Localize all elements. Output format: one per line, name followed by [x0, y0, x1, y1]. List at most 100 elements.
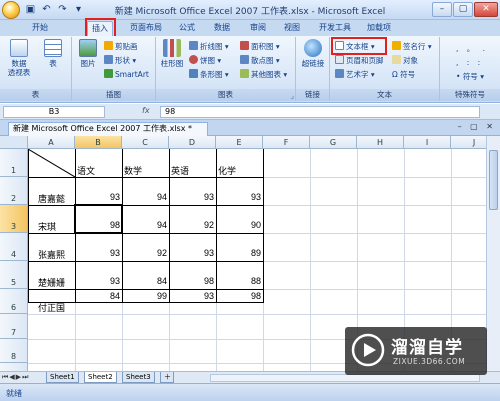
- cell-d3[interactable]: 92: [169, 220, 216, 230]
- column-header-i[interactable]: I: [404, 136, 451, 149]
- cell-d4[interactable]: 93: [169, 248, 216, 258]
- punctuation-icons-2[interactable]: , : :: [456, 57, 483, 68]
- charts-dialog-launcher-icon[interactable]: ⌟: [291, 92, 294, 100]
- shapes-button[interactable]: 形状 ▾: [104, 55, 136, 66]
- tab-data[interactable]: 数据: [207, 21, 237, 36]
- cell-b2[interactable]: 93: [75, 192, 122, 202]
- column-header-e[interactable]: E: [216, 136, 263, 149]
- cell-c5[interactable]: 84: [122, 276, 169, 286]
- column-header-d[interactable]: D: [169, 136, 216, 149]
- maximize-button[interactable]: ▢: [453, 2, 473, 17]
- punctuation-icons[interactable]: , 。 .: [456, 43, 488, 54]
- tab-addins[interactable]: 加载项: [361, 21, 397, 36]
- textbox-button[interactable]: 文本框 ▾: [335, 41, 375, 52]
- smartart-button[interactable]: SmartArt: [104, 69, 149, 80]
- line-chart-button[interactable]: 折线图 ▾: [189, 41, 229, 52]
- row-header-7[interactable]: 7: [0, 314, 28, 339]
- cell-b4[interactable]: 93: [75, 248, 122, 258]
- workbook-window-controls[interactable]: – ▢ ✕: [458, 122, 496, 131]
- hyperlink-button[interactable]: 超链接: [298, 39, 328, 68]
- header-footer-icon: [335, 55, 344, 64]
- cell-b1[interactable]: 语文: [77, 164, 95, 177]
- cell-b5[interactable]: 93: [75, 276, 122, 286]
- cell-c1[interactable]: 数学: [124, 164, 142, 177]
- pie-chart-button[interactable]: 饼图 ▾: [189, 55, 221, 66]
- symbol-button[interactable]: Ω 符号: [392, 69, 415, 80]
- formula-input[interactable]: 98: [160, 106, 480, 118]
- cell-e6[interactable]: 98: [216, 291, 263, 301]
- sheet-tab-2[interactable]: Sheet2: [84, 372, 117, 383]
- column-header-a[interactable]: A: [28, 136, 75, 149]
- cell-c3[interactable]: 94: [122, 220, 169, 230]
- column-header-c[interactable]: C: [122, 136, 169, 149]
- cell-d6[interactable]: 93: [169, 291, 216, 301]
- column-header-g[interactable]: G: [310, 136, 357, 149]
- cell-d2[interactable]: 93: [169, 192, 216, 202]
- row-header-2[interactable]: 2: [0, 177, 28, 205]
- picture-button[interactable]: 图片: [75, 39, 101, 68]
- row-header-3[interactable]: 3: [0, 205, 28, 233]
- tab-developer[interactable]: 开发工具: [314, 21, 356, 36]
- scatter-chart-button[interactable]: 散点图 ▾: [240, 55, 280, 66]
- row-header-9[interactable]: 9: [0, 363, 28, 371]
- tab-review[interactable]: 审阅: [243, 21, 273, 36]
- insert-sheet-icon[interactable]: ＋: [160, 372, 174, 383]
- column-chart-button[interactable]: 柱形图: [158, 39, 186, 68]
- tab-insert[interactable]: 插入: [87, 21, 113, 36]
- row-header-4[interactable]: 4: [0, 233, 28, 261]
- row-header-1[interactable]: 1: [0, 149, 28, 177]
- cell-c2[interactable]: 94: [122, 192, 169, 202]
- tab-home[interactable]: 开始: [25, 21, 55, 36]
- select-all-corner[interactable]: [0, 136, 28, 149]
- cell-e2[interactable]: 93: [216, 192, 263, 202]
- vertical-scroll-thumb[interactable]: [489, 150, 498, 210]
- signature-line-button[interactable]: 签名行 ▾: [392, 41, 432, 52]
- column-header-b[interactable]: B: [75, 136, 122, 149]
- column-header-f[interactable]: F: [263, 136, 310, 149]
- cell-a5[interactable]: 楚姗姗: [38, 276, 65, 289]
- cell-d5[interactable]: 98: [169, 276, 216, 286]
- cell-c4[interactable]: 92: [122, 248, 169, 258]
- cell-a3[interactable]: 宋琪: [38, 220, 56, 233]
- other-charts-icon: [240, 69, 249, 78]
- header-footer-button[interactable]: 页眉和页脚: [335, 55, 384, 66]
- table-button[interactable]: 表: [40, 39, 66, 68]
- pivot-table-button[interactable]: 数据 透视表: [4, 39, 34, 77]
- tab-view[interactable]: 视图: [277, 21, 307, 36]
- row-header-6[interactable]: 6: [0, 289, 28, 314]
- vertical-scrollbar[interactable]: [486, 136, 500, 371]
- other-charts-button[interactable]: 其他图表 ▾: [240, 69, 287, 80]
- cell-d1[interactable]: 英语: [171, 164, 189, 177]
- cell-b6[interactable]: 84: [75, 291, 122, 301]
- area-chart-button[interactable]: 面积图 ▾: [240, 41, 280, 52]
- cell-a6[interactable]: 付正国: [38, 301, 65, 314]
- cell-e3[interactable]: 90: [216, 220, 263, 230]
- cell-e5[interactable]: 88: [216, 276, 263, 286]
- cell-e1[interactable]: 化学: [218, 164, 236, 177]
- fx-icon[interactable]: fx: [142, 106, 150, 115]
- close-button[interactable]: ✕: [474, 2, 498, 17]
- row-header-5[interactable]: 5: [0, 261, 28, 289]
- special-symbol-button[interactable]: • 符号 ▾: [456, 71, 484, 82]
- cell-e4[interactable]: 89: [216, 248, 263, 258]
- wordart-button[interactable]: 艺术字 ▾: [335, 69, 375, 80]
- group-links: 超链接 链接: [296, 37, 330, 101]
- clipart-button[interactable]: 剪贴画: [104, 41, 138, 52]
- name-box[interactable]: B3: [3, 106, 105, 118]
- sheet-tab-3[interactable]: Sheet3: [122, 372, 155, 383]
- minimize-button[interactable]: –: [432, 2, 452, 17]
- horizontal-scrollbar[interactable]: [210, 374, 480, 382]
- sheet-nav-icons[interactable]: ⏮◀▶⏭: [2, 373, 29, 382]
- cell-a4[interactable]: 张嘉熙: [38, 248, 65, 261]
- sheet-tab-1[interactable]: Sheet1: [46, 372, 79, 383]
- object-button[interactable]: 对象: [392, 55, 418, 66]
- bar-chart-button[interactable]: 条形图 ▾: [189, 69, 229, 80]
- workbook-tab[interactable]: 新建 Microsoft Office Excel 2007 工作表.xlsx …: [8, 122, 208, 136]
- tab-formulas[interactable]: 公式: [172, 21, 202, 36]
- group-illustrations: 图片 剪贴画 形状 ▾ SmartArt 插图: [72, 37, 156, 101]
- tab-page-layout[interactable]: 页面布局: [125, 21, 167, 36]
- cell-c6[interactable]: 99: [122, 291, 169, 301]
- cell-a2[interactable]: 唐嘉懿: [38, 192, 65, 205]
- column-header-h[interactable]: H: [357, 136, 404, 149]
- row-header-8[interactable]: 8: [0, 339, 28, 363]
